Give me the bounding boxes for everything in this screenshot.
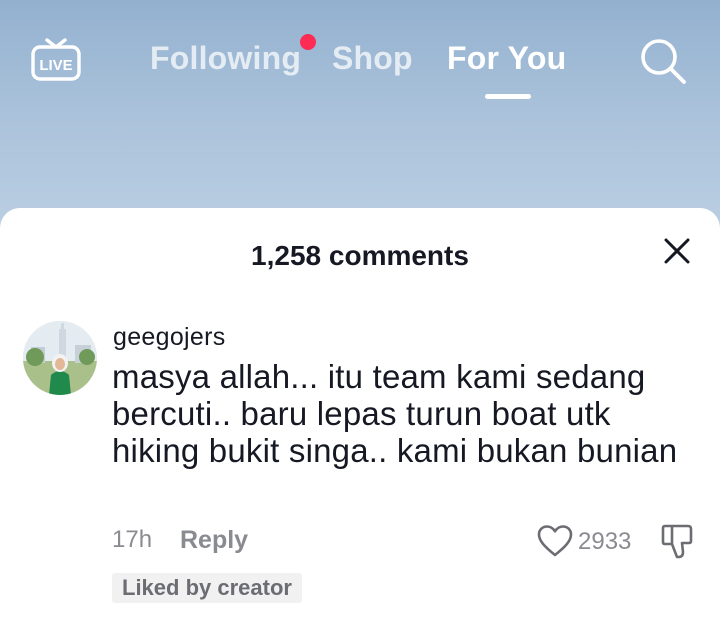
top-navigation-bar: LIVE Following Shop For You xyxy=(0,0,720,240)
heart-outline-icon[interactable] xyxy=(537,524,573,558)
comment-timestamp: 17h xyxy=(112,526,153,553)
search-icon[interactable] xyxy=(638,36,688,86)
tab-shop[interactable]: Shop xyxy=(332,40,413,77)
liked-by-creator-badge: Liked by creator xyxy=(112,573,302,603)
comments-sheet: 1,258 comments geegojers masya allah... … xyxy=(0,208,720,626)
reply-button[interactable]: Reply xyxy=(180,526,248,555)
active-tab-indicator xyxy=(485,94,531,99)
tab-following[interactable]: Following xyxy=(150,40,301,77)
close-icon[interactable] xyxy=(660,234,694,268)
comments-count-title: 1,258 comments xyxy=(251,240,469,271)
comment-username[interactable]: geegojers xyxy=(113,323,226,352)
avatar[interactable] xyxy=(23,321,97,395)
comment-text: masya allah... itu team kami sedang berc… xyxy=(112,358,678,469)
notification-dot xyxy=(300,34,316,50)
live-tv-icon[interactable]: LIVE xyxy=(30,34,82,82)
like-count: 2933 xyxy=(578,528,632,555)
tab-for-you[interactable]: For You xyxy=(447,40,566,77)
live-label: LIVE xyxy=(39,57,72,74)
thumbs-down-icon[interactable] xyxy=(660,522,696,560)
